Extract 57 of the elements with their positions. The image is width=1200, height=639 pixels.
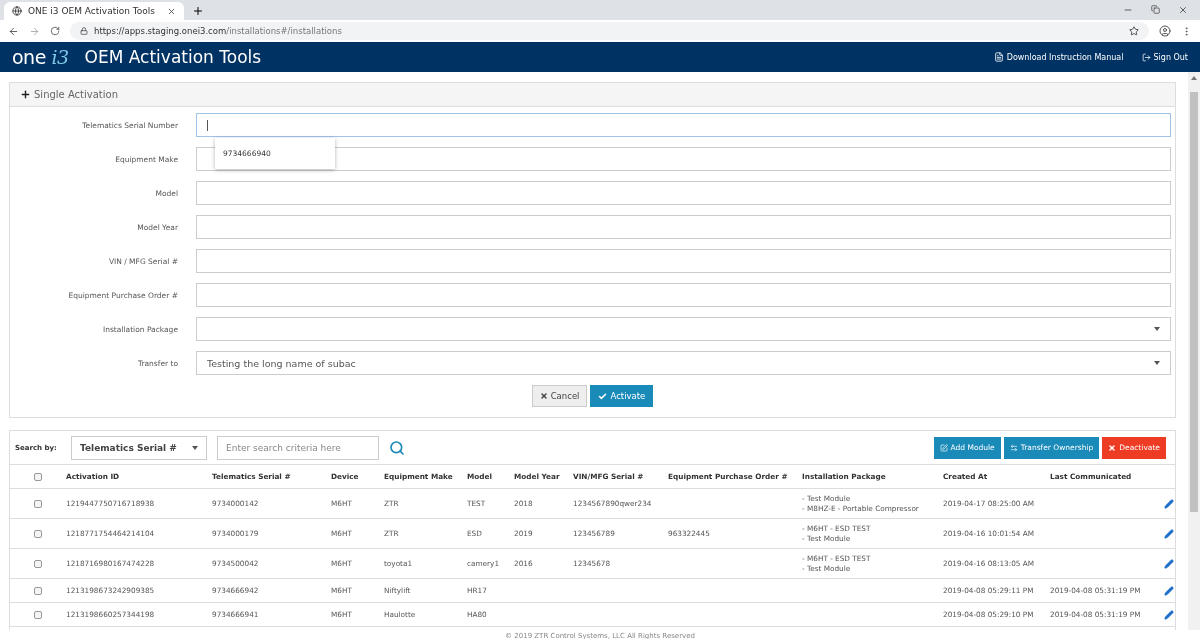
sign-out-icon (1141, 52, 1151, 62)
edit-icon[interactable] (1164, 558, 1174, 569)
scroll-up-icon[interactable] (1191, 76, 1197, 80)
edit-icon[interactable] (1164, 609, 1174, 620)
pdf-icon (993, 52, 1004, 62)
search-field[interactable]: Enter search criteria here (217, 435, 379, 460)
row-checkbox[interactable] (34, 529, 42, 538)
row-checkbox[interactable] (34, 559, 42, 568)
forward-icon[interactable] (29, 25, 40, 37)
transfer-icon (1009, 443, 1018, 452)
select-field[interactable] (196, 317, 1171, 341)
back-icon[interactable] (8, 25, 19, 37)
lock-icon (80, 27, 88, 35)
dropdown-icon (1154, 361, 1160, 365)
address-bar[interactable]: https://apps.staging.onei3.com/installations#/installations (70, 22, 1149, 40)
edit-icon (939, 443, 948, 452)
star-icon[interactable] (1129, 26, 1139, 36)
row-checkbox[interactable] (34, 610, 42, 619)
edit-icon[interactable] (1164, 498, 1174, 509)
new-tab-icon[interactable] (192, 5, 204, 17)
download-link[interactable]: Download Instruction Manual (993, 52, 1124, 62)
panel-title: Single Activation (34, 89, 118, 100)
page-title: OEM Activation Tools (84, 47, 262, 67)
input-field[interactable] (196, 249, 1171, 273)
input-field[interactable] (196, 215, 1171, 239)
tab-title: ONE i3 OEM Activation Tools (28, 6, 156, 16)
select-field[interactable]: Testing the long name of subac (196, 351, 1171, 375)
panel-header[interactable]: Single Activation (10, 83, 1175, 107)
edit-icon[interactable] (1164, 585, 1174, 596)
profile-icon[interactable] (1159, 25, 1171, 37)
input-field[interactable] (196, 283, 1171, 307)
edit-icon[interactable] (1164, 528, 1174, 539)
globe-icon (12, 6, 22, 16)
input-field[interactable] (196, 181, 1171, 205)
activate-button[interactable]: Activate (590, 385, 654, 407)
row-checkbox[interactable] (34, 499, 42, 508)
restore-icon[interactable] (1151, 5, 1160, 14)
search-by-select[interactable]: Telematics Serial # (71, 435, 207, 460)
close-icon[interactable] (1178, 5, 1188, 15)
dropdown-icon (192, 445, 198, 450)
close-icon (539, 392, 548, 400)
reload-icon[interactable] (50, 26, 60, 36)
close-icon (1108, 443, 1117, 452)
url-text: https://apps.staging.onei3.com/installations#/installations (94, 26, 343, 36)
browser-tab[interactable]: ONE i3 OEM Activation Tools (4, 2, 184, 20)
dropdown-icon (1154, 327, 1160, 331)
check-icon (598, 391, 608, 401)
select-all-checkbox[interactable] (34, 472, 42, 481)
search-icon[interactable] (389, 439, 405, 456)
sign-out-link[interactable]: Sign Out (1141, 52, 1188, 62)
cancel-button[interactable]: Cancel (531, 385, 588, 407)
close-icon[interactable] (167, 6, 176, 16)
scrollbar-thumb[interactable] (1190, 92, 1198, 512)
input-field[interactable] (196, 113, 1171, 137)
input-field[interactable] (196, 147, 1171, 171)
logo: one i3 (12, 46, 69, 68)
row-checkbox[interactable] (34, 586, 42, 595)
